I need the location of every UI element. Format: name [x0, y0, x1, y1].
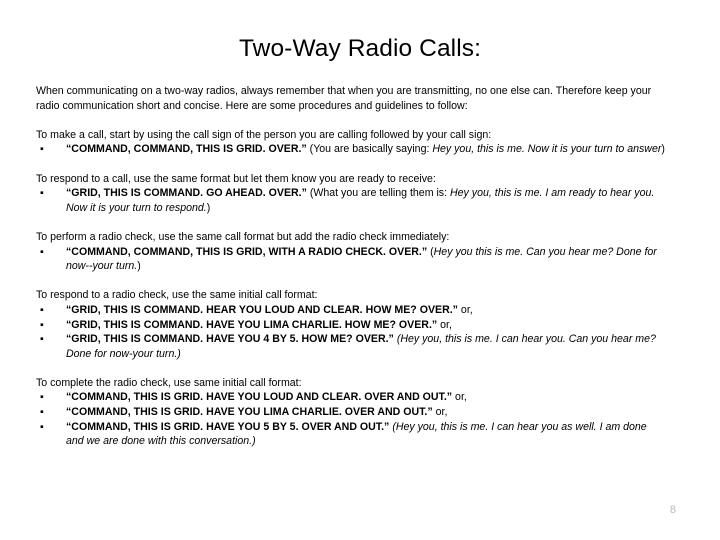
section-intro: To respond to a call, use the same forma…: [36, 172, 436, 185]
radio-command-text: “COMMAND, COMMAND, THIS IS GRID, WITH A …: [66, 245, 428, 258]
bullet-square-icon: ▪: [40, 187, 44, 200]
bullet-square-icon: ▪: [40, 406, 44, 419]
note-italic: Hey you, this is me. Now it is your turn…: [429, 143, 662, 156]
note-suffix: ): [206, 201, 211, 214]
radio-command-text: “GRID, THIS IS COMMAND. GO AHEAD. OVER.”: [66, 187, 307, 200]
bullet-square-icon: ▪: [40, 333, 44, 346]
page-title: Two-Way Radio Calls:: [238, 35, 482, 62]
note-prefix: or,: [432, 406, 448, 419]
bullet-square-icon: ▪: [40, 303, 44, 316]
bullet-square-icon: ▪: [40, 245, 44, 258]
bullet-square-icon: ▪: [40, 318, 44, 331]
note-prefix: (You are basically saying:: [306, 143, 430, 156]
intro-paragraph: When communicating on a two-way radios, …: [36, 85, 652, 112]
radio-command-text: “GRID, THIS IS COMMAND. HAVE YOU 4 BY 5.…: [66, 333, 394, 346]
slide: Two-Way Radio Calls: When communicating …: [0, 0, 720, 540]
section-intro: To make a call, start by using the call …: [36, 128, 492, 141]
bullet-square-icon: ▪: [40, 420, 44, 433]
radio-command-text: “GRID, THIS IS COMMAND. HAVE YOU LIMA CH…: [66, 318, 438, 331]
list-item: ▪ “COMMAND, COMMAND, THIS IS GRID, WITH …: [36, 245, 666, 274]
list-item: ▪ “COMMAND, THIS IS GRID. HAVE YOU LIMA …: [36, 405, 666, 420]
list-item: ▪ “GRID, THIS IS COMMAND. HAVE YOU 4 BY …: [36, 332, 666, 361]
section-intro: To perform a radio check, use the same c…: [36, 230, 450, 243]
radio-command-text: “COMMAND, COMMAND, THIS IS GRID. OVER.”: [66, 143, 307, 156]
note-prefix: or,: [452, 391, 467, 404]
list-item: ▪ “GRID, THIS IS COMMAND. HAVE YOU LIMA …: [36, 318, 666, 333]
bullet-list: ▪ “COMMAND, THIS IS GRID. HAVE YOU LOUD …: [36, 390, 666, 448]
bullet-square-icon: ▪: [40, 143, 44, 156]
radio-command-text: “COMMAND, THIS IS GRID. HAVE YOU LOUD AN…: [66, 391, 453, 404]
list-item: ▪ “COMMAND, COMMAND, THIS IS GRID. OVER.…: [36, 142, 666, 157]
radio-command-text: “GRID, THIS IS COMMAND. HEAR YOU LOUD AN…: [66, 303, 458, 316]
note-suffix: ): [661, 143, 665, 156]
section-intro: To respond to a radio check, use the sam…: [36, 289, 318, 302]
slide-body: When communicating on a two-way radios, …: [36, 84, 666, 449]
bullet-list: ▪ “GRID, THIS IS COMMAND. GO AHEAD. OVER…: [36, 186, 666, 215]
bullet-list: ▪ “GRID, THIS IS COMMAND. HEAR YOU LOUD …: [36, 303, 666, 361]
radio-command-text: “COMMAND, THIS IS GRID. HAVE YOU LIMA CH…: [66, 406, 433, 419]
note-suffix: ): [137, 260, 141, 273]
bullet-list: ▪ “COMMAND, COMMAND, THIS IS GRID. OVER.…: [36, 142, 666, 157]
bullet-square-icon: ▪: [40, 391, 44, 404]
radio-command-text: “COMMAND, THIS IS GRID. HAVE YOU 5 BY 5.…: [66, 420, 390, 433]
list-item: ▪ “GRID, THIS IS COMMAND. GO AHEAD. OVER…: [36, 186, 666, 215]
bullet-list: ▪ “COMMAND, COMMAND, THIS IS GRID, WITH …: [36, 245, 666, 274]
note-prefix: (What you are telling them is:: [306, 187, 448, 200]
note-prefix: or,: [457, 303, 473, 316]
section-intro: To complete the radio check, use same in…: [36, 376, 302, 389]
list-item: ▪ “COMMAND, THIS IS GRID. HAVE YOU 5 BY …: [36, 420, 666, 449]
list-item: ▪ “GRID, THIS IS COMMAND. HEAR YOU LOUD …: [36, 303, 666, 318]
list-item: ▪ “COMMAND, THIS IS GRID. HAVE YOU LOUD …: [36, 390, 666, 405]
note-prefix: or,: [437, 318, 452, 331]
page-number: 8: [669, 504, 676, 516]
